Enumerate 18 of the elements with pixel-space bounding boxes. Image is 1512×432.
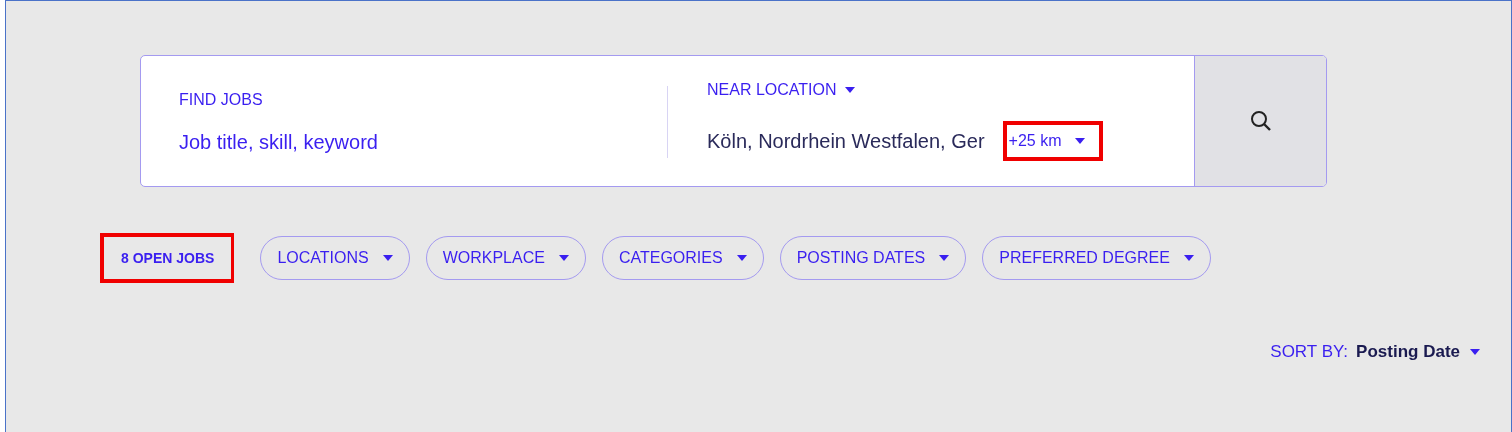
- open-jobs-count: 8 OPEN JOBS: [100, 233, 235, 283]
- sort-dropdown[interactable]: Posting Date: [1356, 342, 1480, 362]
- caret-icon: [939, 255, 950, 261]
- caret-icon: [558, 255, 569, 261]
- location-mode-dropdown[interactable]: NEAR LOCATION: [707, 81, 855, 99]
- caret-icon: [736, 255, 747, 261]
- field-label: FIND JOBS: [179, 90, 264, 109]
- search-button[interactable]: [1194, 56, 1326, 186]
- caret-icon: [382, 255, 393, 261]
- distance-dropdown[interactable]: +25 km: [1002, 121, 1104, 161]
- keyword-field[interactable]: Job title, skill, keyword: [179, 130, 599, 154]
- search-icon: [1249, 110, 1272, 132]
- caret-icon: [1183, 255, 1194, 261]
- sort-label: SORT BY:: [1270, 342, 1349, 362]
- location-field[interactable]: Köln, Nordrhein Westfalen, Ger: [707, 129, 985, 153]
- caret-icon: [1470, 349, 1480, 355]
- caret-icon: [844, 87, 855, 93]
- caret-icon: [1075, 138, 1086, 144]
